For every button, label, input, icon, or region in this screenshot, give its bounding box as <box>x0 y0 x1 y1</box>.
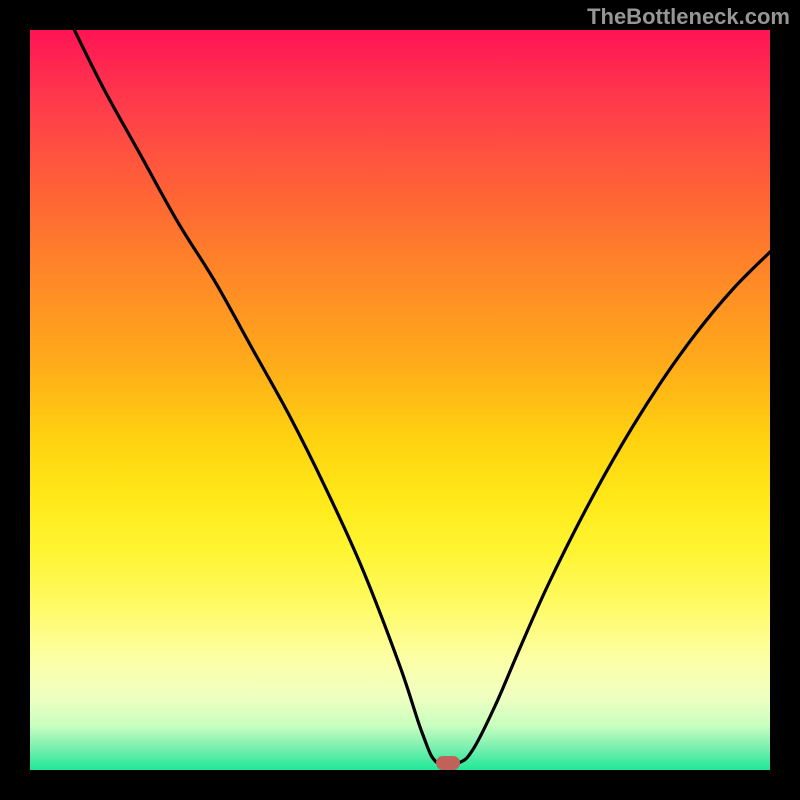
chart-plot-area <box>30 30 770 770</box>
watermark-text: TheBottleneck.com <box>587 4 790 30</box>
bottleneck-curve <box>30 30 770 770</box>
optimal-point-marker <box>436 756 460 770</box>
